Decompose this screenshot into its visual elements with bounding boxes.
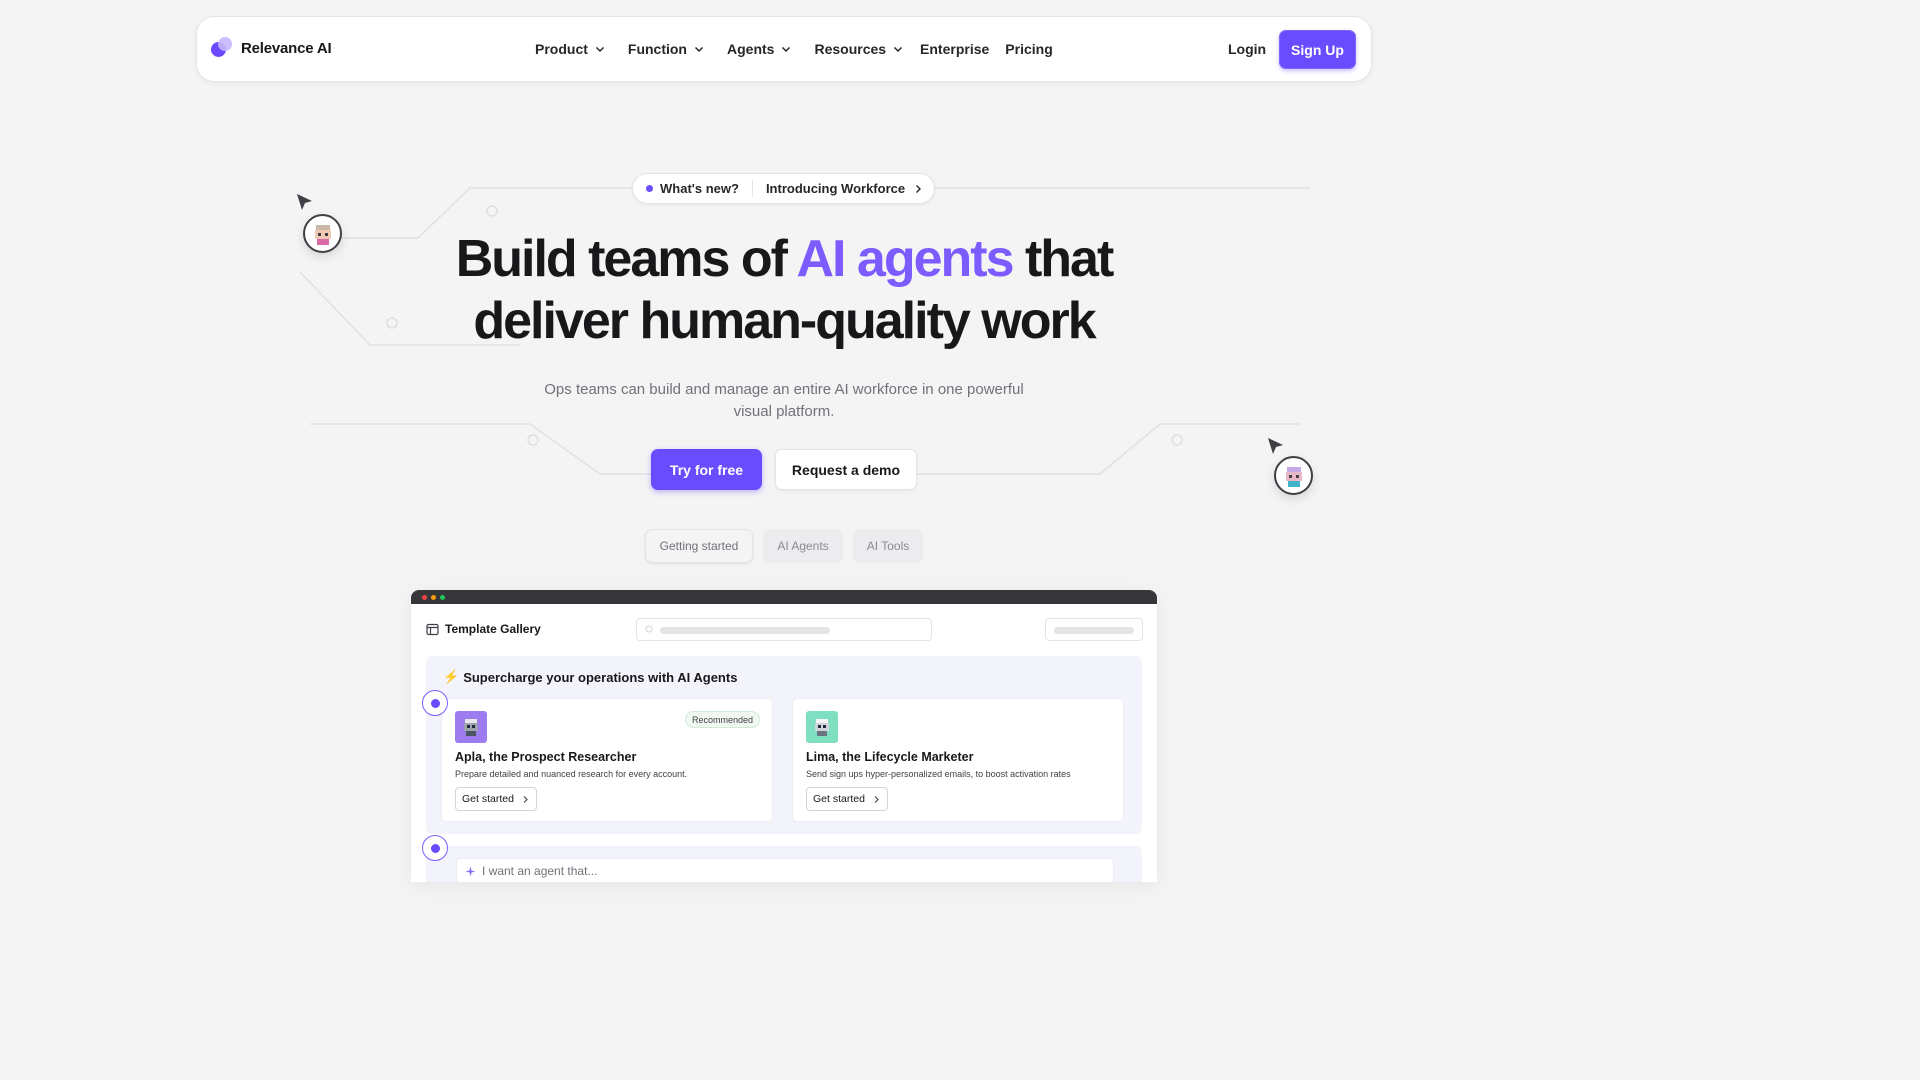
hero-title-prefix: Build teams of <box>455 230 797 288</box>
brand-logo[interactable]: Relevance AI <box>211 37 332 59</box>
window-header: Template Gallery <box>411 604 1157 654</box>
search-input[interactable] <box>636 618 932 641</box>
menu-item-label: Resources <box>814 41 887 57</box>
announcement-pill[interactable]: What's new? Introducing Workforce <box>632 173 935 204</box>
filter-select[interactable] <box>1045 618 1143 641</box>
signup-button[interactable]: Sign Up <box>1279 30 1356 69</box>
close-dot-icon <box>422 594 427 600</box>
login-link[interactable]: Login <box>1228 41 1266 57</box>
avatar <box>1274 456 1313 495</box>
recommended-badge: Recommended <box>685 711 761 728</box>
search-icon <box>645 625 653 633</box>
avatar <box>303 214 342 253</box>
agent-name: Apla, the Prospect Researcher <box>455 750 637 764</box>
hero-subtitle: Ops teams can build and manage an entire… <box>544 381 1024 420</box>
maximize-dot-icon <box>440 594 445 600</box>
chevron-down-icon <box>595 46 604 53</box>
menu-item-function[interactable]: Function <box>628 41 705 57</box>
menu-item-enterprise[interactable]: Enterprise <box>920 41 989 57</box>
chevron-down-icon <box>894 46 903 53</box>
step-indicator <box>422 690 448 716</box>
brand-name: Relevance AI <box>241 39 332 57</box>
status-dot <box>646 185 653 192</box>
agent-description: Send sign ups hyper-personalized emails,… <box>806 769 1071 779</box>
chevron-right-icon <box>874 796 879 803</box>
menu-item-product[interactable]: Product <box>535 41 606 57</box>
menu-item-label: Function <box>627 41 687 57</box>
cursor-icon <box>1268 438 1283 454</box>
tab-ai-tools[interactable]: AI Tools <box>853 529 923 563</box>
chevron-right-icon <box>523 796 528 803</box>
section-title-text: Supercharge your operations with AI Agen… <box>463 669 738 685</box>
chevron-down-icon <box>694 46 704 53</box>
agent-avatar-icon <box>455 711 487 743</box>
agents-panel: ⚡ Supercharge your operations with AI Ag… <box>426 656 1142 834</box>
prompt-panel: I want an agent that... <box>426 846 1142 882</box>
step-indicator <box>422 835 448 861</box>
agent-description: Prepare detailed and nuanced research fo… <box>455 769 688 779</box>
agent-name: Lima, the Lifecycle Marketer <box>806 750 974 764</box>
section-title: ⚡ Supercharge your operations with AI Ag… <box>443 669 737 685</box>
get-started-label: Get started <box>462 793 514 805</box>
tab-getting-started[interactable]: Getting started <box>645 529 753 563</box>
request-demo-button[interactable]: Request a demo <box>775 449 917 490</box>
agent-prompt-input[interactable]: I want an agent that... <box>456 858 1114 882</box>
get-started-button[interactable]: Get started <box>455 787 537 811</box>
menu-item-pricing[interactable]: Pricing <box>1005 41 1052 57</box>
divider <box>751 180 753 197</box>
menu-item-resources[interactable]: Resources <box>814 41 904 57</box>
cursor-icon <box>297 194 312 210</box>
announcement-tag: What's new? <box>660 181 739 196</box>
get-started-button[interactable]: Get started <box>806 787 888 811</box>
chevron-down-icon <box>782 46 791 53</box>
logo-mark-icon <box>211 37 233 59</box>
template-gallery-title: Template Gallery <box>445 622 541 636</box>
tab-ai-agents[interactable]: AI Agents <box>763 529 843 563</box>
placeholder-skeleton <box>1054 627 1134 634</box>
menu-item-agents[interactable]: Agents <box>727 41 792 57</box>
menu-item-label: Pricing <box>1005 41 1053 57</box>
sparkle-icon <box>465 866 476 876</box>
hero-title: Build teams of AI agents that deliver hu… <box>384 228 1184 352</box>
agent-card[interactable]: Recommended Apla, the Prospect Researche… <box>441 698 773 822</box>
announcement-text: Introducing Workforce <box>765 181 906 196</box>
menu-item-label: Enterprise <box>920 41 990 57</box>
agent-avatar-icon <box>806 711 838 743</box>
top-navbar: Relevance AI Product Function Agents Res… <box>196 16 1372 82</box>
placeholder-skeleton <box>660 627 830 634</box>
menu-item-label: Agents <box>727 41 775 57</box>
lightning-icon: ⚡ <box>443 669 460 684</box>
template-gallery-heading: Template Gallery <box>426 622 541 636</box>
pixel-avatar-icon <box>1285 466 1302 487</box>
agent-card[interactable]: Lima, the Lifecycle Marketer Send sign u… <box>792 698 1124 822</box>
prompt-placeholder: I want an agent that... <box>482 864 598 878</box>
menu-item-label: Product <box>535 41 588 57</box>
app-preview-window: Template Gallery ⚡ Supercharge your oper… <box>411 590 1157 882</box>
main-menu: Product Function Agents Resources Enterp… <box>535 41 1069 57</box>
hero-title-accent: AI agents <box>796 230 1014 288</box>
minimize-dot-icon <box>431 594 436 600</box>
try-for-free-button[interactable]: Try for free <box>651 449 762 490</box>
window-titlebar <box>411 590 1157 604</box>
chevron-right-icon <box>916 184 922 193</box>
pixel-avatar-icon <box>314 224 331 245</box>
get-started-label: Get started <box>813 793 865 805</box>
gallery-icon <box>426 623 439 635</box>
